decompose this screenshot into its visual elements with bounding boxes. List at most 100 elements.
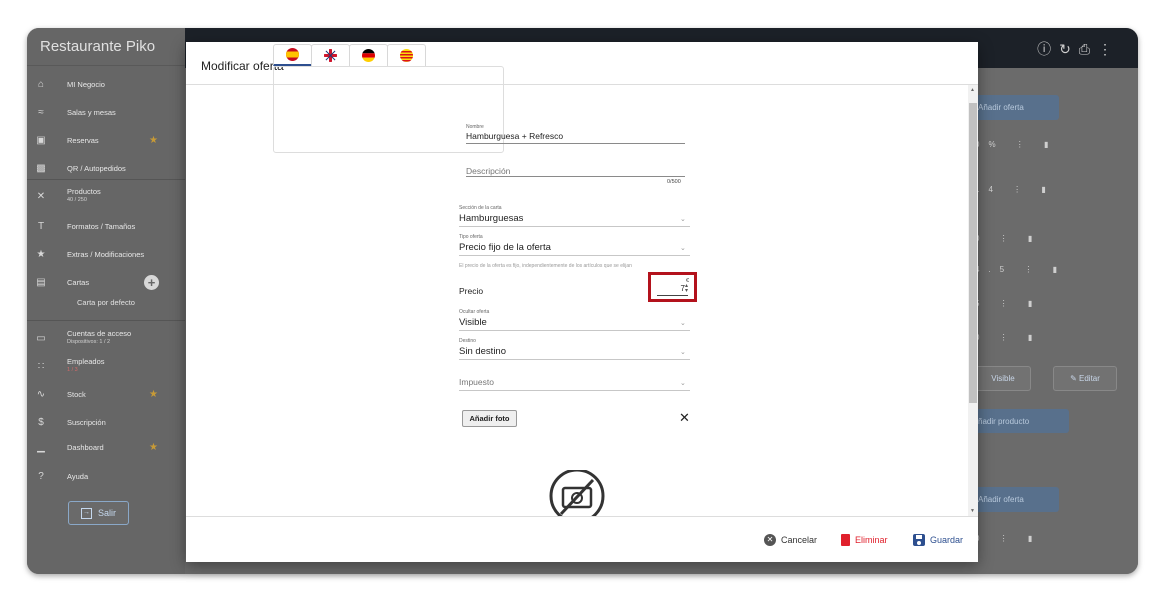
flag-spain-icon bbox=[286, 48, 299, 61]
edit-button[interactable]: ✎ Editar bbox=[1053, 366, 1117, 391]
add-offer-button-2[interactable]: Añadir oferta bbox=[974, 487, 1059, 512]
sidebar-item-empleados[interactable]: ∷ Empleados 1 / 3 bbox=[27, 352, 185, 380]
name-underline bbox=[466, 143, 685, 144]
help-icon[interactable]: ⓘ bbox=[1037, 41, 1059, 57]
scroll-thumb[interactable] bbox=[969, 103, 977, 403]
table-row: 14 ⋮ ▮ bbox=[975, 185, 1055, 194]
product-count: 40 / 250 bbox=[67, 197, 87, 203]
hide-offer-label: Ocultar oferta bbox=[459, 309, 490, 315]
table-row: 0 ⋮ ▮ bbox=[975, 333, 1042, 342]
sidebar-item-reservas[interactable]: ▣ Reservas ★ bbox=[27, 126, 185, 154]
logout-label: Salir bbox=[97, 508, 116, 518]
sidebar-item-label: Ayuda bbox=[67, 471, 89, 481]
destination-select[interactable]: Sin destino bbox=[459, 346, 506, 357]
tab-lang-en[interactable] bbox=[311, 44, 350, 66]
refresh-icon[interactable]: ↻ bbox=[1059, 41, 1079, 57]
add-carta-button[interactable]: + bbox=[144, 274, 159, 290]
sidebar-item-formatos[interactable]: T Formatos / Tamaños bbox=[27, 212, 185, 240]
flag-catalonia-icon bbox=[400, 49, 413, 62]
no-photo-icon bbox=[549, 470, 605, 516]
home-icon: ⌂ bbox=[37, 78, 45, 90]
toolbar-icons: ⓘ↻⎙⋮ bbox=[1037, 39, 1120, 59]
sidebar-item-carta-defecto[interactable]: Carta por defecto bbox=[27, 298, 185, 307]
tax-select[interactable]: Impuesto bbox=[459, 377, 494, 387]
delete-button[interactable]: Eliminar bbox=[841, 533, 888, 547]
visible-button[interactable]: Visible bbox=[975, 366, 1031, 391]
devices-count: Dispositivos: 1 / 2 bbox=[67, 339, 111, 345]
description-counter: 0/500 bbox=[667, 179, 681, 185]
section-underline bbox=[459, 226, 690, 227]
text-size-icon: T bbox=[37, 220, 45, 232]
scroll-down-icon[interactable]: ▼ bbox=[970, 508, 975, 514]
tab-lang-de[interactable] bbox=[349, 44, 388, 66]
sidebar-item-mi-negocio[interactable]: ⌂ MI Negocio bbox=[27, 70, 185, 98]
sidebar-item-extras[interactable]: ★ Extras / Modificaciones bbox=[27, 240, 185, 268]
scroll-up-icon[interactable]: ▲ bbox=[970, 87, 975, 93]
sidebar-item-qr[interactable]: ▩ QR / Autopedidos bbox=[27, 154, 185, 182]
dialog-title: Modificar oferta bbox=[201, 59, 284, 73]
sidebar-item-label: Dashboard bbox=[67, 442, 104, 452]
brand-title: Restaurante Piko bbox=[27, 28, 185, 66]
add-product-button[interactable]: ñadir producto bbox=[974, 409, 1069, 433]
dialog-scrollbar[interactable]: ▲ ▼ bbox=[968, 85, 978, 516]
sidebar-item-cuentas[interactable]: ▭ Cuentas de acceso Dispositivos: 1 / 2 bbox=[27, 324, 185, 352]
sidebar-item-salas[interactable]: ≈ Salas y mesas bbox=[27, 98, 185, 126]
description-input[interactable]: Descripción bbox=[466, 166, 510, 176]
table-row: 0 ⋮ ▮ bbox=[975, 534, 1042, 543]
trend-icon: ∿ bbox=[36, 388, 46, 400]
sidebar-item-ayuda[interactable]: ? Ayuda bbox=[27, 462, 185, 490]
price-input[interactable]: 7▴ ▾ bbox=[657, 283, 688, 296]
section-select[interactable]: Hamburguesas bbox=[459, 213, 523, 224]
chevron-down-icon: ⌄ bbox=[680, 245, 686, 252]
sidebar-item-suscripcion[interactable]: $ Suscripción bbox=[27, 408, 185, 436]
chevron-down-icon: ⌄ bbox=[680, 216, 686, 223]
sidebar-item-dashboard[interactable]: ▁ Dashboard ★ bbox=[27, 433, 185, 461]
pencil-icon: ✎ bbox=[1070, 374, 1080, 383]
hide-offer-select[interactable]: Visible bbox=[459, 317, 487, 328]
people-icon: ∷ bbox=[37, 360, 45, 372]
remove-photo-icon[interactable]: ✕ bbox=[679, 410, 690, 426]
language-tabs bbox=[273, 44, 426, 66]
utensils-icon: ✕ bbox=[36, 190, 46, 202]
spinner-icon[interactable]: ▴ ▾ bbox=[685, 283, 688, 294]
save-button[interactable]: Guardar bbox=[913, 533, 963, 547]
divider bbox=[27, 320, 185, 321]
sidebar-item-label: Salas y mesas bbox=[67, 107, 116, 117]
add-offer-button[interactable]: Añadir oferta bbox=[974, 95, 1059, 120]
tab-lang-es[interactable] bbox=[273, 44, 312, 66]
sidebar-item-label: Empleados 1 / 3 bbox=[67, 357, 105, 373]
name-input[interactable]: Hamburguesa + Refresco bbox=[466, 131, 563, 141]
more-vert-icon[interactable]: ⋮ bbox=[1098, 41, 1120, 57]
sidebar: Restaurante Piko ⌂ MI Negocio ≈ Salas y … bbox=[27, 28, 185, 574]
flag-uk-icon bbox=[324, 49, 337, 62]
sidebar-item-label: Reservas bbox=[67, 135, 99, 145]
print-icon[interactable]: ⎙ bbox=[1079, 41, 1098, 57]
sidebar-item-stock[interactable]: ∿ Stock ★ bbox=[27, 380, 185, 408]
sidebar-item-label: Cartas bbox=[67, 277, 90, 287]
sidebar-item-cartas[interactable]: ▤ Cartas + bbox=[27, 268, 185, 296]
star-icon: ★ bbox=[149, 388, 158, 400]
chevron-down-icon: ⌄ bbox=[680, 320, 686, 327]
chevron-down-icon: ⌄ bbox=[680, 380, 686, 387]
offer-type-select[interactable]: Precio fijo de la oferta bbox=[459, 242, 551, 253]
table-row: 0% ⋮ ▮ bbox=[975, 140, 1058, 149]
add-photo-button[interactable]: Añadir foto bbox=[462, 410, 517, 427]
tab-lang-ca[interactable] bbox=[387, 44, 426, 66]
devices-icon: ▭ bbox=[36, 332, 46, 344]
save-label: Guardar bbox=[930, 535, 964, 545]
calendar-icon: ▣ bbox=[36, 134, 46, 146]
menu-book-icon: ▤ bbox=[36, 276, 46, 288]
sidebar-item-label: QR / Autopedidos bbox=[67, 163, 126, 173]
sidebar-item-label: Suscripción bbox=[67, 417, 106, 427]
cancel-button[interactable]: ✕ Cancelar bbox=[764, 533, 817, 547]
sidebar-item-productos[interactable]: ✕ Productos 40 / 250 bbox=[27, 182, 185, 210]
table-row: 4.5 ⋮ ▮ bbox=[975, 265, 1066, 274]
price-label: Precio bbox=[459, 286, 484, 296]
offer-type-underline bbox=[459, 255, 690, 256]
employees-count: 1 / 3 bbox=[67, 367, 78, 373]
help-icon: ? bbox=[38, 470, 44, 482]
logout-button[interactable]: → Salir bbox=[68, 501, 129, 525]
dollar-icon: $ bbox=[38, 416, 44, 428]
bar-chart-icon: ▁ bbox=[37, 441, 45, 453]
sidebar-item-label: Productos 40 / 250 bbox=[67, 187, 101, 203]
